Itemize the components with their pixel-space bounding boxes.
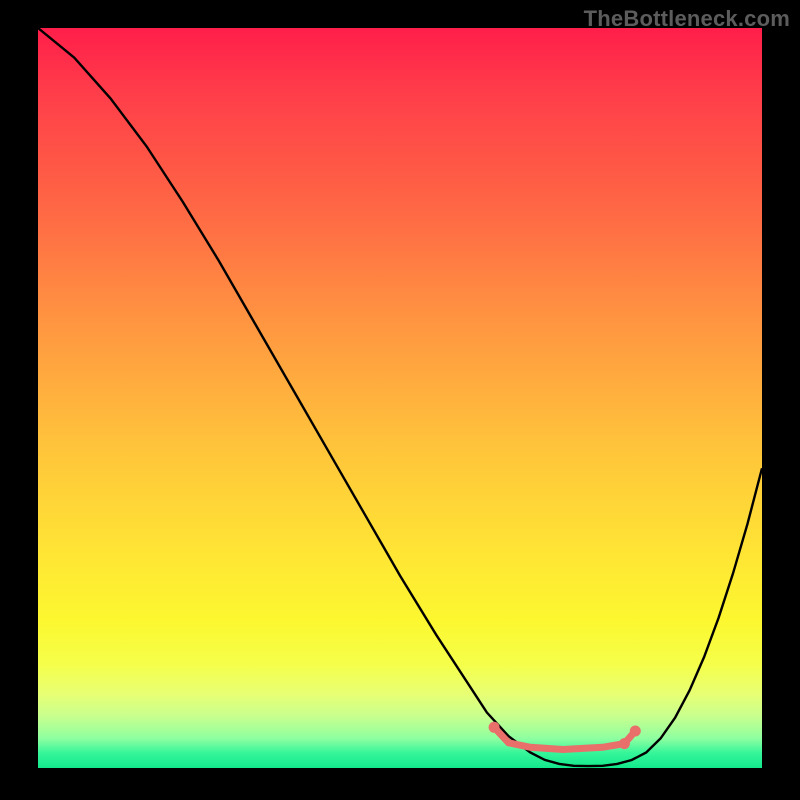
bottleneck-curve-svg [38,28,762,768]
bottleneck-curve [38,28,762,766]
watermark-text: TheBottleneck.com [584,6,790,32]
plot-area [38,28,762,768]
optimal-range-line [494,727,635,749]
optimal-range-end-dot-b [630,726,641,737]
optimal-range-end-dot-a [619,738,630,749]
chart-container: TheBottleneck.com [0,0,800,800]
optimal-range-start-dot [489,722,500,733]
